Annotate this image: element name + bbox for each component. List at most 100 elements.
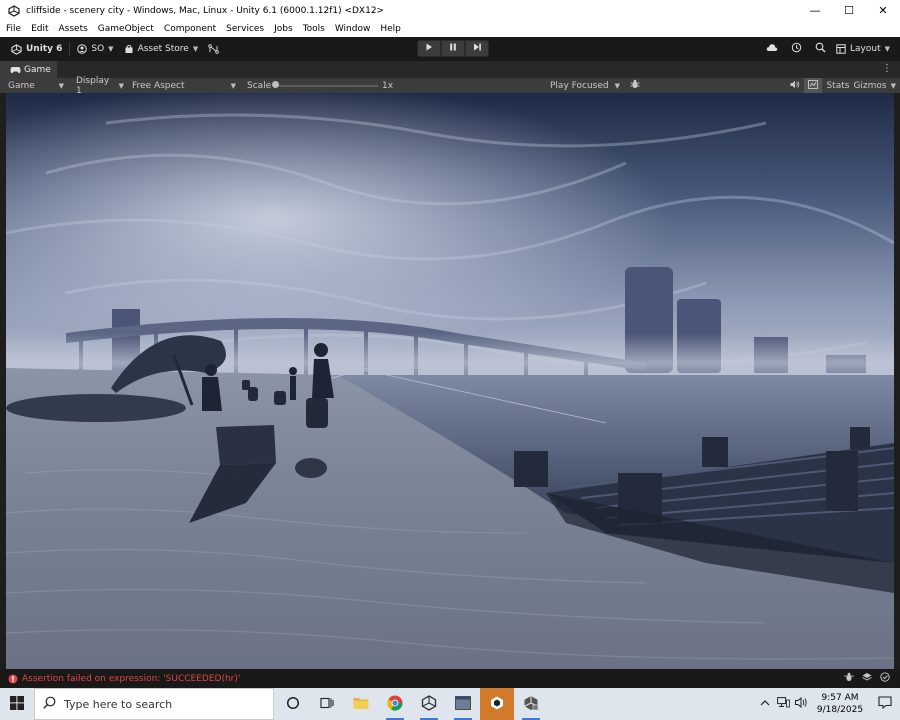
play-controls — [417, 40, 489, 57]
scale-value: 1x — [382, 80, 394, 91]
cortana-button[interactable] — [276, 688, 310, 720]
menu-services[interactable]: Services — [226, 24, 264, 34]
aspect-dropdown[interactable]: Free Aspect ▼ — [128, 78, 240, 93]
window-controls: — ☐ ✕ — [798, 0, 900, 21]
unity-app-icon — [523, 695, 539, 714]
tab-game[interactable]: Game — [0, 61, 57, 78]
tray-network-button[interactable] — [774, 688, 792, 720]
menu-jobs[interactable]: Jobs — [274, 24, 293, 34]
menu-tools[interactable]: Tools — [303, 24, 325, 34]
minimize-button[interactable]: — — [798, 0, 832, 21]
debug-mode-button[interactable] — [840, 671, 858, 686]
chevron-down-icon: ▼ — [614, 81, 620, 90]
progress-button[interactable] — [858, 671, 876, 686]
tray-overflow-button[interactable] — [756, 688, 774, 720]
account-icon — [77, 44, 88, 54]
history-button[interactable] — [784, 40, 808, 58]
chevron-down-icon: ▼ — [230, 81, 236, 90]
frame-debugger-button[interactable] — [804, 78, 823, 93]
display-dropdown[interactable]: Display 1 ▼ — [72, 76, 128, 96]
tab-game-label: Game — [24, 64, 51, 75]
close-button[interactable]: ✕ — [866, 0, 900, 21]
taskbar-window-app[interactable] — [446, 688, 480, 720]
error-text: Assertion failed on expression: 'SUCCEED… — [22, 673, 241, 684]
chevron-up-icon — [760, 699, 770, 709]
play-button[interactable] — [417, 40, 441, 57]
task-view-button[interactable] — [310, 688, 344, 720]
clock-date: 9/18/2025 — [816, 705, 864, 715]
unity-editor-icon — [489, 695, 505, 714]
window-title: cliffside - scenery city - Windows, Mac,… — [26, 5, 385, 16]
status-right — [840, 671, 894, 686]
scale-slider-handle[interactable] — [272, 81, 279, 88]
bug-button[interactable] — [626, 78, 644, 93]
source-control-button[interactable] — [203, 40, 228, 58]
asset-store-button[interactable]: Asset Store ▼ — [119, 40, 204, 58]
step-button[interactable] — [465, 40, 489, 57]
toolbar-separator — [69, 42, 71, 56]
layout-dropdown[interactable]: Layout ▼ — [832, 40, 894, 58]
search-icon — [43, 696, 56, 712]
account-button[interactable]: SO ▼ — [72, 40, 118, 58]
menu-component[interactable]: Component — [164, 24, 216, 34]
notifications-button[interactable] — [870, 688, 900, 720]
tray-volume-button[interactable] — [792, 688, 810, 720]
scale-slider-track[interactable] — [276, 85, 378, 87]
chevron-down-icon[interactable]: ▼ — [891, 82, 896, 90]
start-button[interactable] — [0, 688, 34, 720]
menu-window[interactable]: Window — [335, 24, 371, 34]
mute-audio-button[interactable] — [786, 78, 804, 93]
console-error-message[interactable]: Assertion failed on expression: 'SUCCEED… — [8, 674, 240, 684]
taskbar-clock[interactable]: 9:57 AM 9/18/2025 — [810, 692, 870, 716]
stats-button[interactable]: Stats — [826, 81, 849, 91]
status-check-button[interactable] — [876, 671, 894, 686]
chrome-icon — [387, 695, 403, 714]
menu-edit[interactable]: Edit — [31, 24, 48, 34]
unity-version-button[interactable]: Unity 6 — [6, 40, 67, 58]
menu-gameobject[interactable]: GameObject — [98, 24, 154, 34]
layers-icon — [862, 672, 872, 685]
bug-icon — [630, 79, 640, 92]
step-icon — [473, 43, 482, 54]
taskbar-chrome[interactable] — [378, 688, 412, 720]
chevron-down-icon: ▼ — [884, 45, 890, 53]
asset-store-label: Asset Store — [137, 44, 189, 54]
app-root: cliffside - scenery city - Windows, Mac,… — [0, 0, 900, 720]
cortana-icon — [286, 696, 300, 713]
gizmos-button[interactable]: Gizmos — [853, 81, 886, 91]
speaker-icon — [794, 696, 808, 711]
taskbar-search[interactable] — [34, 688, 274, 720]
maximize-button[interactable]: ☐ — [832, 0, 866, 21]
taskbar-file-explorer[interactable] — [344, 688, 378, 720]
menu-help[interactable]: Help — [380, 24, 401, 34]
search-button[interactable] — [808, 40, 832, 58]
frame-debug-icon — [808, 79, 819, 92]
check-circle-icon — [880, 672, 890, 685]
pause-button[interactable] — [441, 40, 465, 57]
game-view-right: Stats Gizmos ▼ — [786, 78, 896, 93]
taskbar-search-input[interactable] — [64, 697, 244, 711]
toolbar-right: Layout ▼ — [760, 40, 894, 58]
cloud-button[interactable] — [760, 40, 784, 58]
menu-bar: File Edit Assets GameObject Component Se… — [0, 21, 900, 37]
taskbar-unity-hub[interactable] — [412, 688, 446, 720]
taskbar-unity-app[interactable] — [514, 688, 548, 720]
history-icon — [791, 42, 802, 56]
unity-logo-icon — [11, 43, 22, 55]
play-mode-dropdown[interactable]: Play Focused ▼ — [546, 78, 624, 93]
task-view-icon — [320, 697, 334, 712]
play-mode-label: Play Focused — [550, 80, 609, 91]
taskbar-unity-editor[interactable] — [480, 688, 514, 720]
tab-options-icon[interactable]: ⋮ — [882, 63, 892, 74]
source-control-icon — [208, 44, 219, 54]
menu-file[interactable]: File — [6, 24, 21, 34]
mode-dropdown[interactable]: Game ▼ — [4, 78, 68, 93]
menu-assets[interactable]: Assets — [59, 24, 88, 34]
notification-icon — [878, 696, 892, 712]
layout-icon — [836, 44, 846, 54]
pause-icon — [449, 43, 457, 54]
title-bar: cliffside - scenery city - Windows, Mac,… — [0, 0, 900, 21]
windows-logo-icon — [10, 695, 24, 713]
play-icon — [425, 43, 433, 54]
game-viewport[interactable] — [6, 93, 894, 669]
